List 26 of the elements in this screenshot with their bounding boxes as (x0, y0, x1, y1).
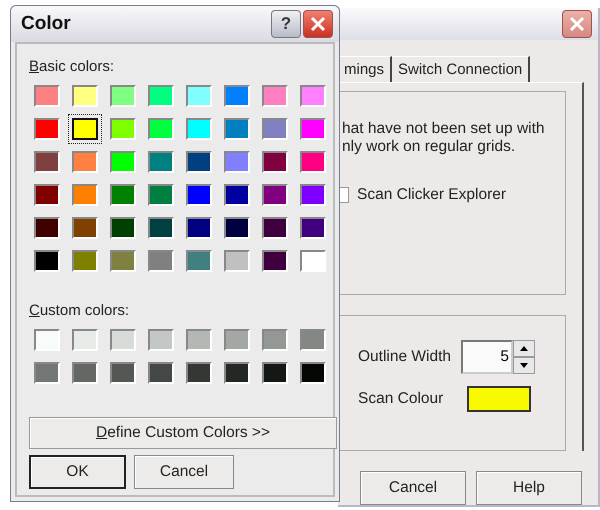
cancel-button[interactable]: Cancel (360, 471, 466, 505)
cancel-button[interactable]: Cancel (134, 455, 234, 489)
close-icon (310, 16, 326, 32)
close-icon (569, 16, 585, 32)
dialog-title: Color (21, 13, 72, 35)
tab[interactable]: mings (338, 56, 392, 82)
close-button[interactable] (562, 10, 592, 38)
close-button[interactable] (303, 10, 333, 38)
spin-up-button[interactable] (513, 340, 536, 357)
help-button[interactable]: Help (476, 471, 582, 505)
outline-width-field[interactable]: 5 (461, 340, 514, 374)
colour-picker-button[interactable] (467, 386, 532, 412)
up-arrow-icon (520, 346, 528, 351)
description-text: hat have not been set up with (341, 120, 546, 138)
define-custom-colors-button[interactable]: Define Custom Colors >> (29, 417, 337, 449)
description-text: nly work on regular grids. (341, 138, 516, 156)
ok-button[interactable]: OK (29, 455, 126, 489)
scan-colour-label: Scan Colour (358, 390, 444, 408)
basic-colors-label: Basic colors: (29, 58, 116, 75)
outline-width-label: Outline Width (358, 348, 452, 366)
custom-colors-label: Custom colors: (29, 302, 130, 319)
tab[interactable]: Switch Connection (392, 56, 530, 82)
checkbox-label: Scan Clicker Explorer (357, 186, 506, 204)
down-arrow-icon (520, 362, 528, 368)
spin-down-button[interactable] (513, 356, 536, 374)
help-button[interactable]: ? (271, 10, 301, 38)
